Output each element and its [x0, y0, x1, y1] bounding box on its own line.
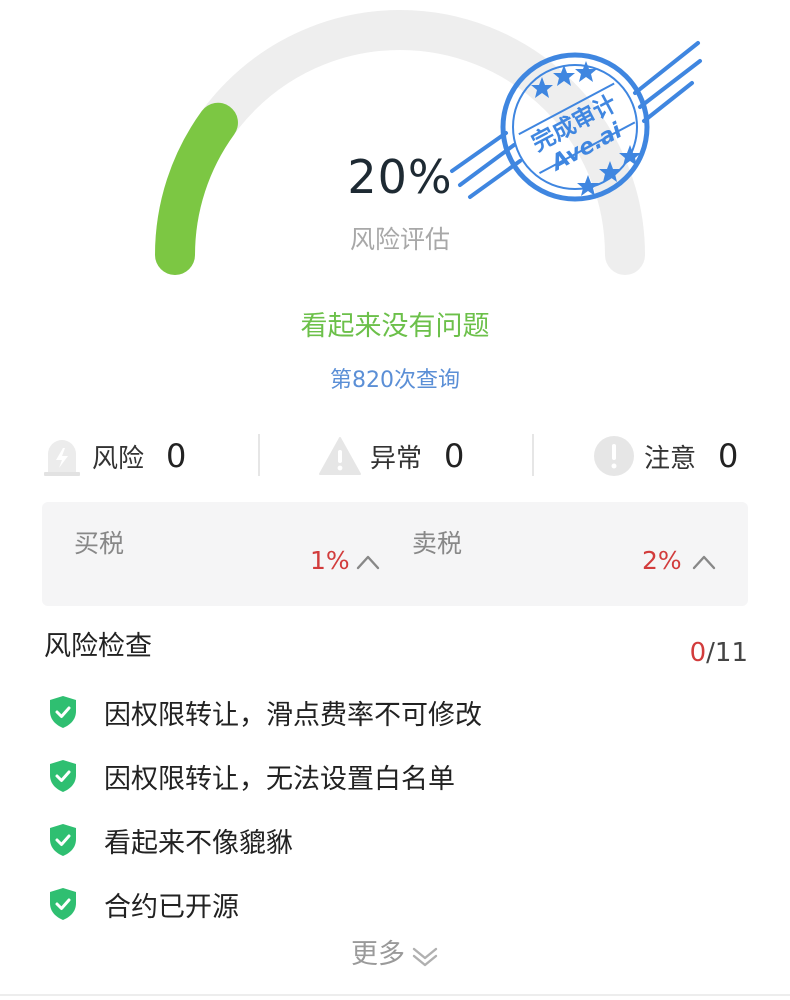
check-text: 因权限转让，滑点费率不可修改 [104, 699, 482, 731]
more-label: 更多 [351, 939, 405, 970]
list-item[interactable]: 看起来不像貔貅 [48, 808, 748, 872]
bottom-divider [0, 994, 790, 996]
divider [258, 434, 260, 476]
status-title: 看起来没有问题 [300, 311, 490, 342]
check-text: 合约已开源 [104, 891, 239, 923]
buy-tax-value: 1% [310, 546, 350, 575]
metric-notice-count: 0 [718, 437, 739, 475]
more-button[interactable]: 更多 [0, 932, 790, 971]
metric-anomaly-count: 0 [444, 437, 465, 475]
risk-check-title: 风险检查 [44, 631, 152, 662]
metric-risk-count: 0 [166, 437, 187, 475]
risk-check-list: 因权限转让，滑点费率不可修改 因权限转让，无法设置白名单 看起来不像貔貅 合约已… [48, 680, 748, 936]
audit-stamp-icon: 完成审计 Ave.ai [450, 41, 702, 202]
shield-check-icon [50, 696, 76, 728]
buy-tax[interactable]: 买税 1% [74, 520, 380, 576]
warning-triangle-icon [319, 437, 361, 475]
list-item[interactable]: 因权限转让，滑点费率不可修改 [48, 680, 748, 744]
shield-check-icon [50, 824, 76, 856]
metric-risk-label: 风险 [92, 443, 145, 474]
chevron-up-icon[interactable] [692, 552, 716, 572]
risk-check-failed: 0 [689, 638, 707, 668]
buy-tax-label: 买税 [74, 529, 125, 558]
metric-risk[interactable]: 风险 0 [40, 428, 186, 484]
list-item[interactable]: 因权限转让，无法设置白名单 [48, 744, 748, 808]
gauge-fill [155, 102, 238, 275]
tax-panel: 买税 1% 卖税 2% [42, 502, 748, 606]
sell-tax-value: 2% [642, 546, 682, 575]
risk-check-count: 0/11 [690, 638, 748, 668]
risk-score-label: 风险评估 [349, 225, 450, 254]
shield-check-icon [50, 888, 76, 920]
metric-notice-label: 注意 [644, 443, 697, 474]
metrics-row: 风险 0 异常 0 注意 0 [40, 428, 760, 484]
divider [532, 434, 534, 476]
check-text: 看起来不像貔貅 [104, 827, 293, 859]
sell-tax[interactable]: 卖税 2% [412, 520, 718, 576]
shield-check-icon [50, 760, 76, 792]
risk-check-total: /11 [706, 638, 748, 668]
metric-anomaly[interactable]: 异常 0 [318, 428, 464, 484]
metric-anomaly-label: 异常 [370, 443, 423, 474]
metric-notice[interactable]: 注意 0 [592, 428, 738, 484]
double-chevron-down-icon [412, 947, 438, 966]
sell-tax-label: 卖税 [412, 529, 463, 558]
query-count[interactable]: 第820次查询 [0, 362, 790, 394]
check-text: 因权限转让，无法设置白名单 [104, 763, 455, 795]
list-item[interactable]: 合约已开源 [48, 872, 748, 936]
siren-icon [44, 440, 80, 476]
exclamation-circle-icon [594, 436, 634, 476]
chevron-up-icon[interactable] [356, 552, 380, 572]
